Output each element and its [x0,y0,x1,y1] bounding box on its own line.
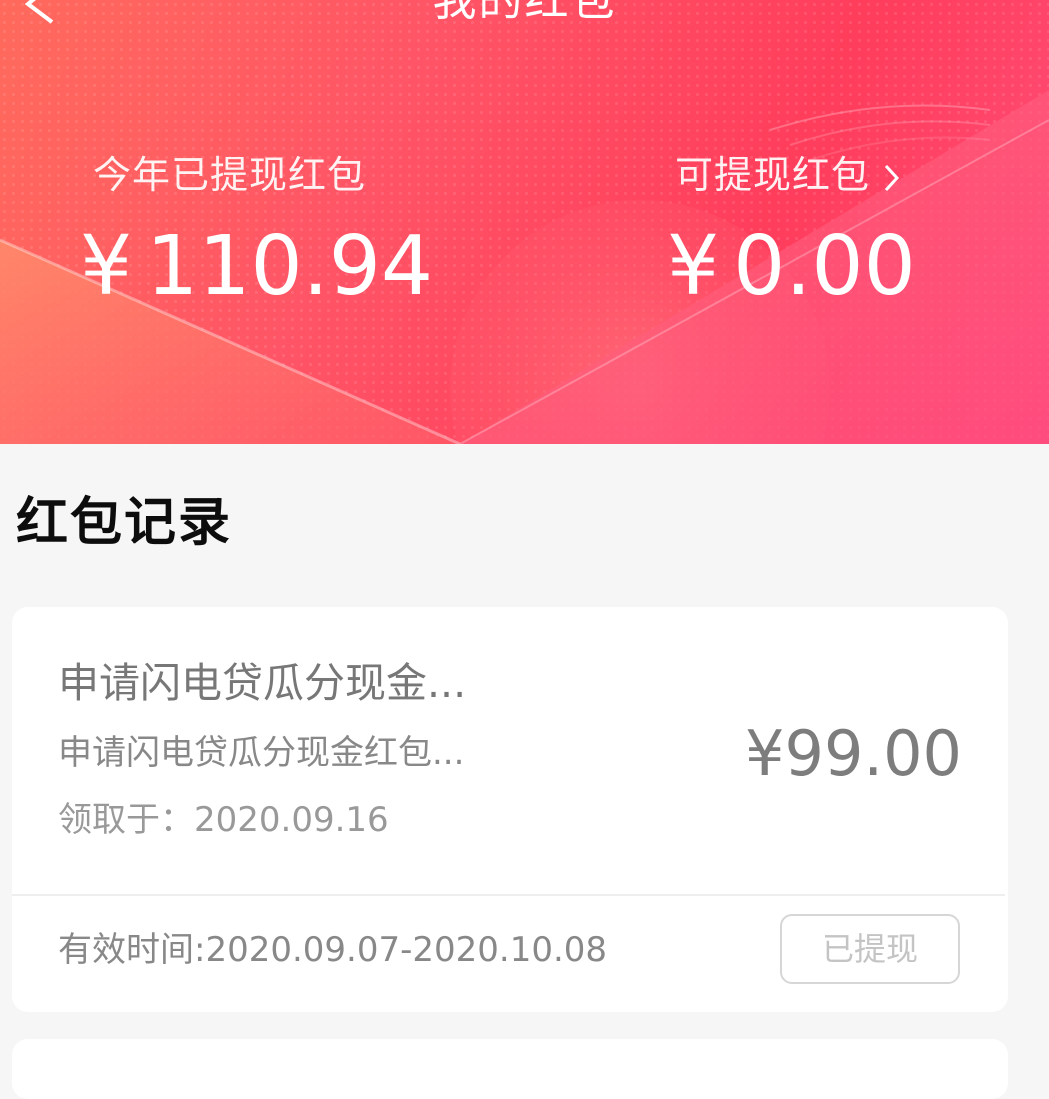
available-label: 可提现红包 [675,153,871,197]
record-amount-value: 99.00 [784,717,963,790]
card-divider [12,894,1005,896]
currency-symbol: ¥ [745,717,785,790]
withdrawn-value: 110.94 [146,219,434,314]
withdrawn-amount: ¥110.94 [80,222,433,312]
record-valid-period: 有效时间:2020.09.07-2020.10.08 [58,930,608,970]
records-section-title: 红包记录 [16,493,233,553]
more-dots-icon[interactable] [937,0,997,6]
record-amount: ¥99.00 [745,719,962,789]
available-amount: ¥0.00 [667,222,916,312]
currency-symbol: ¥ [80,219,133,314]
currency-symbol: ¥ [667,219,720,314]
record-received-date: 领取于：2020.09.16 [58,800,389,840]
record-title: 申请闪电贷瓜分现金... [58,659,467,707]
page-title: 我的红包 [432,0,617,26]
record-card-next[interactable] [12,1039,1008,1099]
withdrawn-status-button[interactable]: 已提现 [780,914,960,984]
withdrawn-label: 今年已提现红包 [93,153,367,197]
available-link[interactable]: 可提现红包 [675,152,900,198]
chevron-right-icon [884,164,900,191]
record-description: 申请闪电贷瓜分现金红包... [58,733,465,773]
header-banner: 我的红包 今年已提现红包 ¥110.94 可提现红包 ¥0.00 [0,0,1049,444]
available-value: 0.00 [733,219,916,314]
